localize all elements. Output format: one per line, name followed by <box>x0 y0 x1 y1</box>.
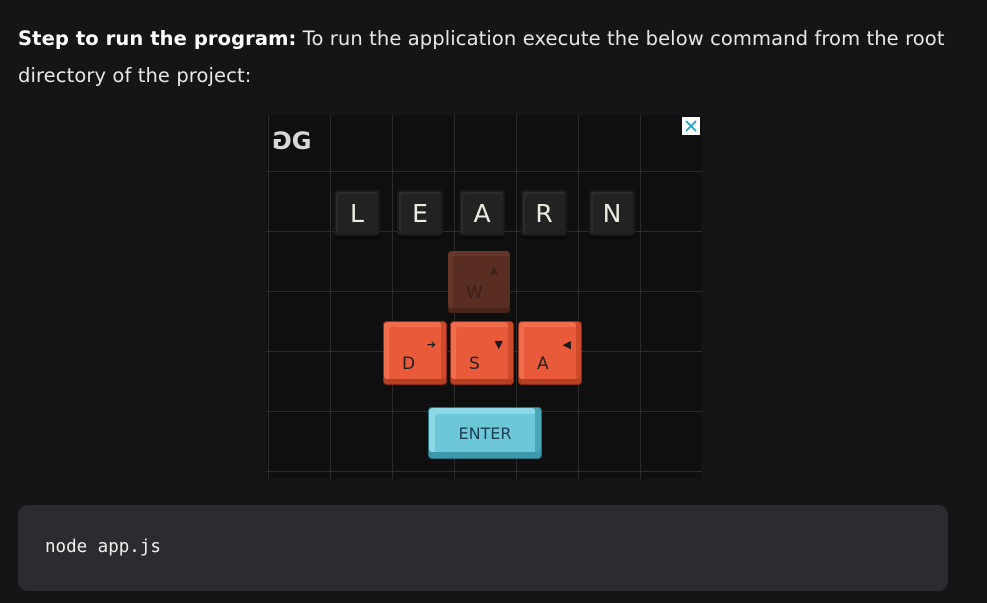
learn-key-a: A <box>459 190 505 236</box>
key-s-label: S <box>469 354 480 374</box>
close-ad-icon[interactable] <box>682 117 700 135</box>
key-a-label: A <box>537 354 549 374</box>
arrow-down-icon: ▼ <box>494 338 503 351</box>
key-d-label: D <box>402 354 416 374</box>
arrow-right-icon: ➔ <box>426 338 436 351</box>
step-label: Step to run the program: <box>18 27 297 50</box>
learn-key-l: L <box>334 190 380 236</box>
step-paragraph: Step to run the program: To run the appl… <box>18 20 948 94</box>
key-d: D ➔ <box>383 321 447 385</box>
learn-key-r: R <box>521 190 567 236</box>
learn-key-e: E <box>397 190 443 236</box>
key-w-label: W <box>466 283 483 303</box>
gfg-logo: GG <box>278 127 311 155</box>
arrow-left-icon: ◀ <box>562 338 571 351</box>
arrow-up-icon: ▲ <box>490 265 498 276</box>
code-block[interactable]: node app.js <box>18 505 948 591</box>
learn-key-n: N <box>589 190 635 236</box>
advertisement-banner[interactable]: GG L E A R N W ▲ D ➔ S ▼ A ◀ ENTER <box>266 115 702 479</box>
key-w: W ▲ <box>448 251 510 313</box>
code-command[interactable]: node app.js <box>45 537 161 557</box>
key-s: S ▼ <box>450 321 514 385</box>
key-a: A ◀ <box>518 321 582 385</box>
close-x-icon <box>685 120 697 132</box>
enter-key: ENTER <box>428 407 542 459</box>
